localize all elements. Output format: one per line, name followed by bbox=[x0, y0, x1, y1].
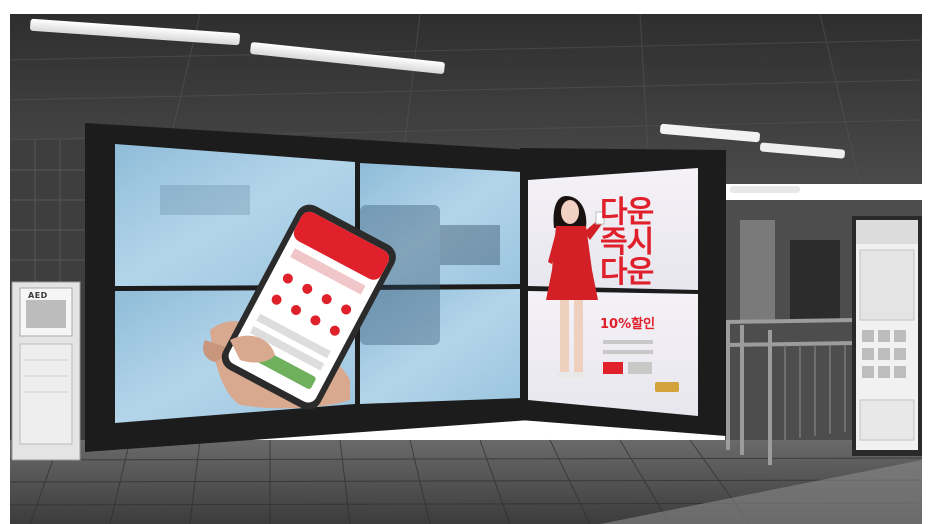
aed-cabinet bbox=[11, 281, 81, 461]
ad-headline-line1: 다운 bbox=[600, 195, 654, 230]
scene-svg bbox=[0, 0, 931, 524]
ad-discount: 10%할인 bbox=[600, 317, 656, 332]
ad-headline-line2: 즉시 bbox=[600, 225, 654, 260]
aed-label: AED bbox=[28, 291, 48, 300]
ad-headline-line3: 다운 bbox=[600, 255, 654, 290]
right-border bbox=[922, 0, 931, 524]
pillar bbox=[740, 220, 775, 320]
info-signboard bbox=[852, 216, 922, 456]
top-border bbox=[0, 0, 931, 14]
subway-station-photo: 다운 즉시 다운 10%할인 AED bbox=[0, 0, 931, 524]
left-border bbox=[0, 0, 10, 524]
back-doorway bbox=[790, 240, 840, 320]
